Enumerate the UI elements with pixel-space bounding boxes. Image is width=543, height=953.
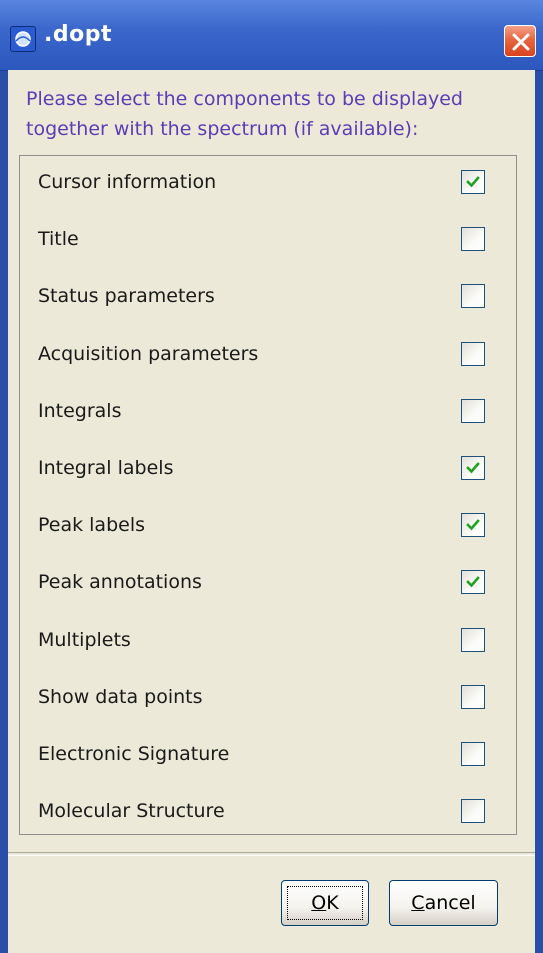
title-bar[interactable]: .dopt <box>0 0 543 71</box>
option-checkbox[interactable] <box>461 341 485 366</box>
close-button[interactable] <box>504 25 536 57</box>
option-checkbox[interactable] <box>461 227 485 252</box>
cancel-label-rest: ancel <box>424 892 476 914</box>
options-panel: Cursor information Title Status parameters… <box>19 155 517 835</box>
check-mark-icon <box>466 462 480 474</box>
option-row[interactable]: Multiplets <box>20 614 516 672</box>
option-label: Peak annotations <box>38 571 202 594</box>
ok-button[interactable]: OK <box>281 880 369 926</box>
option-label: Show data points <box>38 685 203 708</box>
dialog-content: Please select the components to be displ… <box>8 70 535 953</box>
close-x-icon <box>512 33 530 51</box>
instruction-text: Please select the components to be displ… <box>26 84 526 144</box>
option-checkbox[interactable] <box>461 170 485 194</box>
cancel-button[interactable]: Cancel <box>389 880 498 926</box>
option-label: Cursor information <box>38 171 217 193</box>
option-label: Acquisition parameters <box>38 342 259 365</box>
option-checkbox[interactable] <box>461 513 485 538</box>
option-checkbox[interactable] <box>461 684 485 709</box>
window-title: .dopt <box>44 22 112 47</box>
option-checkbox[interactable] <box>461 627 485 652</box>
option-row[interactable]: Peak labels <box>20 499 516 557</box>
option-checkbox[interactable] <box>461 398 485 423</box>
spectrum-app-icon <box>10 26 36 52</box>
option-label: Electronic Signature <box>38 743 230 765</box>
option-label: Peak labels <box>38 514 146 537</box>
option-label: Integral labels <box>38 457 174 479</box>
option-label: Molecular Structure <box>38 800 225 823</box>
option-checkbox[interactable] <box>461 799 485 824</box>
option-checkbox[interactable] <box>461 284 485 309</box>
check-mark-icon <box>466 576 480 588</box>
check-mark-icon <box>466 176 480 188</box>
option-label: Status parameters <box>38 285 215 308</box>
option-row[interactable]: Integral labels <box>20 442 516 500</box>
option-label: Multiplets <box>38 628 131 651</box>
option-row[interactable]: Status parameters <box>20 270 516 328</box>
option-row[interactable]: Electronic Signature <box>20 728 516 786</box>
instruction-line-1: Please select the components to be displ… <box>26 88 463 110</box>
check-mark-icon <box>466 519 480 531</box>
instruction-line-2: together with the spectrum (if available… <box>26 118 419 140</box>
option-row[interactable]: Cursor information <box>20 156 516 214</box>
option-checkbox[interactable] <box>461 742 485 766</box>
focus-ring <box>287 886 363 920</box>
option-label: Title <box>38 228 79 251</box>
dialog-window: .dopt Please select the components to be… <box>0 0 543 953</box>
option-row[interactable]: Integrals <box>20 385 516 443</box>
cancel-mnemonic: C <box>411 892 425 914</box>
option-row[interactable]: Title <box>20 213 516 271</box>
option-checkbox[interactable] <box>461 456 485 480</box>
option-row[interactable]: Show data points <box>20 671 516 729</box>
option-label: Integrals <box>38 399 122 422</box>
separator <box>8 852 535 856</box>
option-row[interactable]: Acquisition parameters <box>20 328 516 386</box>
option-row[interactable]: Molecular Structure <box>20 785 516 843</box>
option-checkbox[interactable] <box>461 570 485 595</box>
option-row[interactable]: Peak annotations <box>20 556 516 614</box>
